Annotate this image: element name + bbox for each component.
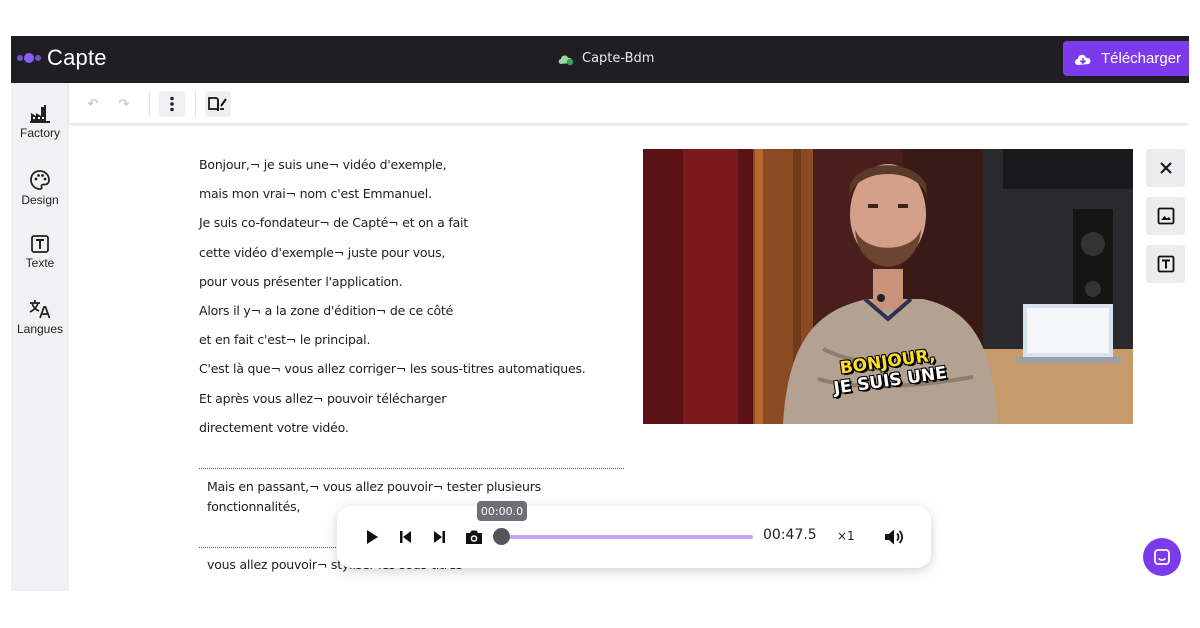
transcript-line[interactable]: Alors il y¬ a la zone d'édition¬ de ce c… (199, 300, 639, 329)
chat-icon (1154, 549, 1170, 565)
play-button[interactable] (361, 526, 383, 548)
transcript-line[interactable]: directement votre vidéo. (199, 417, 639, 446)
screenshot-button[interactable] (463, 526, 485, 548)
text-icon (1157, 255, 1174, 273)
support-chat-button[interactable] (1143, 538, 1181, 576)
sidebar-item-label: Factory (19, 126, 60, 140)
volume-icon (885, 529, 904, 545)
play-icon (367, 530, 378, 544)
image-tool-button[interactable] (1146, 197, 1185, 235)
duration-label: 00:47.5 (763, 527, 817, 543)
video-player-controls: 00:00.0 00:47.5 ×1 (337, 501, 931, 568)
sidebar-item-label: Design (21, 193, 59, 207)
previous-frame-button[interactable] (395, 526, 417, 548)
step-forward-icon (434, 531, 445, 543)
transcript-line[interactable]: pour vous présenter l'application. (199, 271, 639, 300)
video-preview[interactable]: BONJOUR, JE SUIS UNE (643, 149, 1133, 424)
undo-icon: ↶ (87, 96, 99, 111)
sidebar-item-label: Texte (25, 256, 55, 270)
progress-handle[interactable] (493, 528, 510, 545)
more-options-button[interactable] (159, 91, 185, 117)
transcript-line[interactable]: Je suis co-fondateur¬ de Capté¬ et on a … (199, 212, 639, 241)
next-frame-button[interactable] (428, 526, 450, 548)
image-icon (1157, 207, 1174, 225)
toolbar-divider (149, 91, 150, 117)
top-bar: Capte Capte-Bdm Télécharger (11, 36, 1189, 83)
download-label: Télécharger (1101, 50, 1182, 67)
project-name: Capte-Bdm (582, 51, 655, 66)
sidebar-item-label: Langues (16, 322, 64, 336)
download-button[interactable]: Télécharger (1063, 41, 1189, 76)
transcript-line[interactable]: Bonjour,¬ je suis une¬ vidéo d'exemple, (199, 154, 639, 183)
transcript-line[interactable]: Et après vous allez¬ pouvoir télécharger (199, 388, 639, 417)
logo-icon (17, 53, 41, 63)
step-back-icon (400, 531, 411, 543)
text-tool-button[interactable] (1146, 245, 1185, 283)
translate-icon (29, 300, 51, 319)
editor-toolbar: ↶ ↷ (69, 83, 1189, 123)
sidebar-item-langues[interactable]: Langues (11, 299, 69, 336)
undo-button[interactable]: ↶ (81, 92, 105, 116)
sidebar-item-design[interactable]: Design (11, 170, 69, 207)
current-time-tooltip: 00:00.0 (477, 501, 527, 521)
toolbar-divider (195, 91, 196, 117)
close-preview-button[interactable] (1146, 149, 1185, 187)
transcript-line[interactable]: mais mon vrai¬ nom c'est Emmanuel. (199, 183, 639, 212)
transcript-line[interactable]: cette vidéo d'exemple¬ juste pour vous, (199, 242, 639, 271)
playback-speed-button[interactable]: ×1 (837, 529, 855, 543)
app-logo[interactable]: Capte (17, 45, 107, 71)
factory-icon (30, 105, 50, 123)
book-view-button[interactable] (205, 91, 231, 117)
text-icon (31, 235, 49, 253)
transcript-paragraph[interactable]: Bonjour,¬ je suis une¬ vidéo d'exemple, … (199, 154, 639, 446)
paragraph-divider (199, 468, 624, 469)
redo-icon: ↷ (118, 96, 130, 111)
more-vertical-icon (170, 96, 174, 112)
sidebar-item-factory[interactable]: Factory (11, 105, 69, 140)
transcript-line[interactable]: et en fait c'est¬ le principal. (199, 329, 639, 358)
sidebar: Factory Design Texte Langues (11, 83, 69, 591)
close-icon (1159, 162, 1172, 174)
volume-button[interactable] (883, 526, 905, 548)
sidebar-item-texte[interactable]: Texte (11, 235, 69, 270)
transcript-line[interactable]: C'est là que¬ vous allez corriger¬ les s… (199, 358, 639, 387)
project-title: Capte-Bdm (557, 51, 654, 66)
cloud-download-icon (1075, 54, 1091, 65)
app-window: Capte Capte-Bdm Télécharger Factory Desi… (11, 36, 1189, 591)
camera-icon (466, 530, 482, 544)
book-edit-icon (208, 97, 227, 112)
app-name: Capte (47, 45, 107, 70)
palette-icon (30, 170, 50, 190)
progress-track[interactable] (503, 535, 753, 539)
cloud-check-icon (558, 54, 574, 65)
redo-button[interactable]: ↷ (112, 92, 136, 116)
